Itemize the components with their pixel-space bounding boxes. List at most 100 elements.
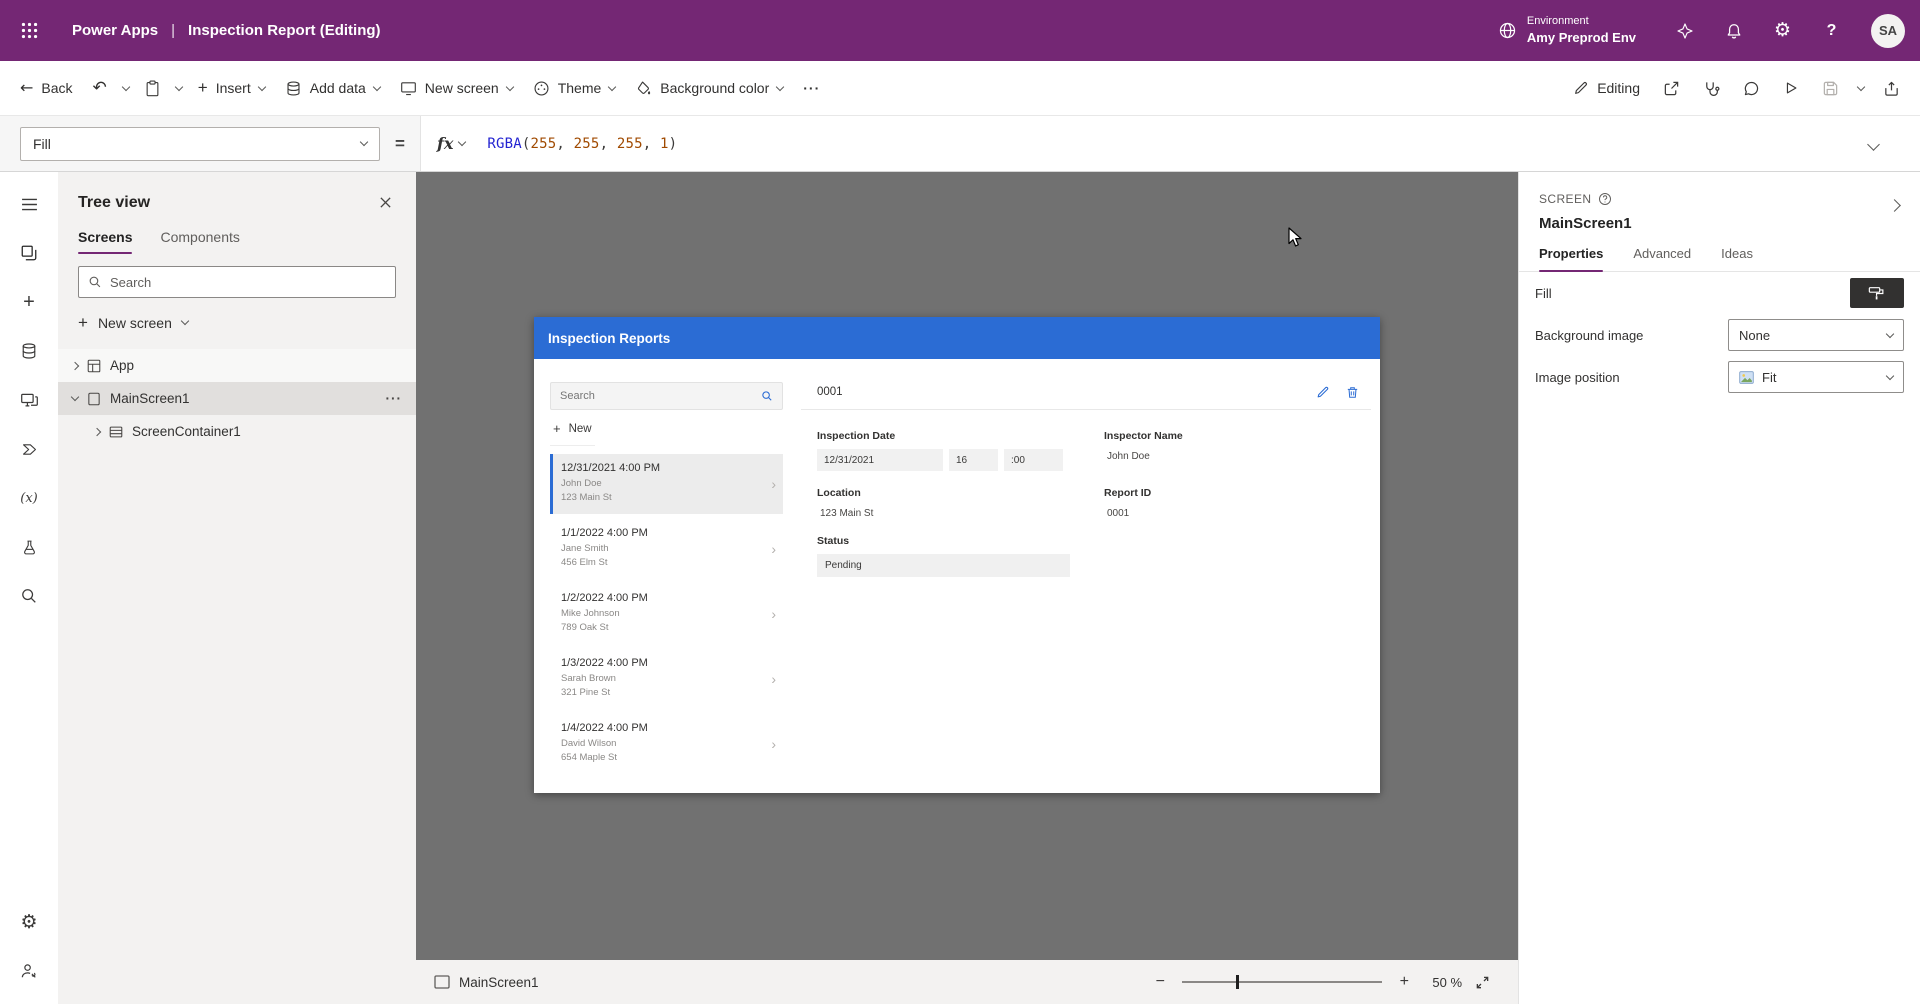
new-screen-button[interactable]: New screen (390, 69, 523, 107)
property-selector-dropdown[interactable]: Fill (20, 127, 380, 161)
app-search-box[interactable] (550, 382, 783, 410)
tree-view-rail-button[interactable] (7, 231, 51, 275)
tree-item-app[interactable]: App (58, 349, 416, 382)
copilot-button[interactable] (1660, 0, 1709, 61)
undo-button[interactable]: ↶ (83, 69, 117, 107)
record-datetime: 12/31/2021 4:00 PM (561, 462, 763, 474)
fit-to-window-button[interactable] (1475, 975, 1490, 990)
document-title: Inspection Report (Editing) (188, 22, 381, 39)
new-screen-tree-button[interactable]: + New screen (58, 304, 416, 341)
undo-menu-button[interactable] (117, 69, 135, 107)
tests-rail-button[interactable] (7, 525, 51, 569)
expand-chevron-icon[interactable] (71, 361, 79, 369)
gallery-item[interactable]: 12/31/2021 4:00 PM John Doe 123 Main St … (550, 454, 783, 514)
tab-properties[interactable]: Properties (1539, 246, 1603, 271)
environment-picker[interactable]: Environment Amy Preprod Env (1474, 0, 1660, 61)
zoom-slider[interactable] (1182, 975, 1382, 989)
tab-screens[interactable]: Screens (78, 229, 132, 254)
variables-rail-button[interactable]: (x) (7, 476, 51, 520)
fx-button[interactable]: fx (437, 134, 465, 153)
insert-rail-button[interactable]: + (7, 280, 51, 324)
save-menu-button[interactable] (1852, 69, 1870, 107)
share-button[interactable] (1653, 69, 1690, 107)
zoom-in-button[interactable]: + (1395, 973, 1413, 991)
status-input[interactable]: Pending (817, 554, 1070, 577)
zoom-slider-thumb[interactable] (1236, 975, 1239, 989)
tree-item-screencontainer1[interactable]: ScreenContainer1 (58, 415, 416, 448)
date-input[interactable]: 12/31/2021 (817, 449, 943, 471)
design-canvas[interactable]: Inspection Reports + New (416, 172, 1518, 1004)
background-color-button[interactable]: Background color (625, 69, 793, 107)
fill-color-swatch-button[interactable] (1850, 278, 1904, 308)
back-arrow-icon: ← (20, 80, 33, 96)
gallery-item[interactable]: 1/3/2022 4:00 PM Sarah Brown 321 Pine St… (550, 649, 783, 709)
edit-record-button[interactable] (1316, 386, 1329, 399)
field-value: 123 Main St (817, 508, 1104, 519)
studio-settings-button[interactable]: ⚙ (7, 900, 51, 944)
close-tree-view-button[interactable] (375, 192, 396, 213)
record-name: Mike Johnson (561, 607, 763, 621)
app-screen-artboard[interactable]: Inspection Reports + New (534, 317, 1380, 793)
mouse-cursor (1284, 226, 1306, 248)
minute-input[interactable]: :00 (1004, 449, 1063, 471)
comment-icon (1743, 80, 1760, 97)
tab-ideas[interactable]: Ideas (1721, 246, 1753, 271)
screen-icon (86, 391, 102, 407)
settings-button[interactable]: ⚙ (1758, 0, 1807, 61)
support-rail-button[interactable] (7, 949, 51, 993)
tree-search-box[interactable] (78, 266, 396, 298)
image-position-d ropdown[interactable]: Fit (1728, 361, 1904, 393)
paste-menu-button[interactable] (170, 69, 188, 107)
gallery-item[interactable]: 1/2/2022 4:00 PM Mike Johnson 789 Oak St… (550, 584, 783, 644)
add-data-button[interactable]: Add data (275, 69, 390, 107)
formula-input-area[interactable]: fx RGBA(255, 255, 255, 1) (420, 116, 1920, 171)
hour-input[interactable]: 16 (949, 449, 998, 471)
data-rail-button[interactable] (7, 329, 51, 373)
app-checker-button[interactable] (1693, 69, 1730, 107)
detail-fields: Inspection Date Inspector Name 12/31/202… (801, 410, 1371, 577)
save-button[interactable] (1812, 69, 1849, 107)
gallery-item[interactable]: 1/4/2022 4:00 PM David Wilson 654 Maple … (550, 714, 783, 774)
app-launcher-button[interactable] (0, 0, 58, 61)
tree-item-mainscreen1[interactable]: MainScreen1 ··· (58, 382, 416, 415)
new-screen-icon (400, 80, 417, 97)
power-automate-rail-button[interactable] (7, 427, 51, 471)
notifications-button[interactable] (1709, 0, 1758, 61)
tab-advanced[interactable]: Advanced (1633, 246, 1691, 271)
comments-button[interactable] (1733, 69, 1770, 107)
search-rail-button[interactable] (7, 574, 51, 618)
app-new-record-button[interactable]: + New (550, 410, 595, 446)
collapse-menu-button[interactable] (7, 182, 51, 226)
media-screens-icon (20, 391, 39, 410)
back-button[interactable]: ← Back (10, 69, 83, 107)
formula-bar-expand-button[interactable] (1869, 136, 1878, 152)
collapse-panel-button[interactable] (1887, 194, 1902, 216)
tree-search-input[interactable] (110, 275, 386, 290)
expand-chevron-icon[interactable] (93, 427, 101, 435)
paste-button[interactable] (135, 69, 170, 107)
tree-item-label: App (110, 358, 134, 373)
publish-button[interactable] (1873, 69, 1910, 107)
theme-button[interactable]: Theme (523, 69, 626, 107)
more-options-button[interactable]: ··· (386, 391, 403, 406)
preview-play-button[interactable] (1773, 69, 1809, 107)
media-rail-button[interactable] (7, 378, 51, 422)
account-avatar[interactable]: SA (1871, 14, 1905, 48)
more-commands-button[interactable]: ··· (793, 69, 830, 107)
zoom-out-button[interactable]: − (1151, 973, 1169, 991)
tab-components[interactable]: Components (160, 229, 239, 254)
editing-mode-button[interactable]: Editing (1563, 69, 1650, 107)
help-button[interactable]: ? (1807, 0, 1856, 61)
insert-button[interactable]: + Insert (188, 69, 275, 107)
plus-icon: + (23, 291, 35, 314)
gallery-item[interactable]: 1/1/2022 4:00 PM Jane Smith 456 Elm St › (550, 519, 783, 579)
copilot-icon (1676, 22, 1694, 40)
app-header-bar[interactable]: Inspection Reports (534, 317, 1380, 359)
formula-text[interactable]: RGBA(255, 255, 255, 1) (487, 136, 677, 152)
collapse-chevron-icon[interactable] (71, 393, 79, 401)
chevron-right-icon: › (771, 541, 776, 557)
background-image-dropdown[interactable]: None (1728, 319, 1904, 351)
delete-record-button[interactable] (1346, 386, 1359, 399)
app-search-input[interactable] (560, 390, 761, 402)
field-label: Location (817, 487, 1104, 499)
